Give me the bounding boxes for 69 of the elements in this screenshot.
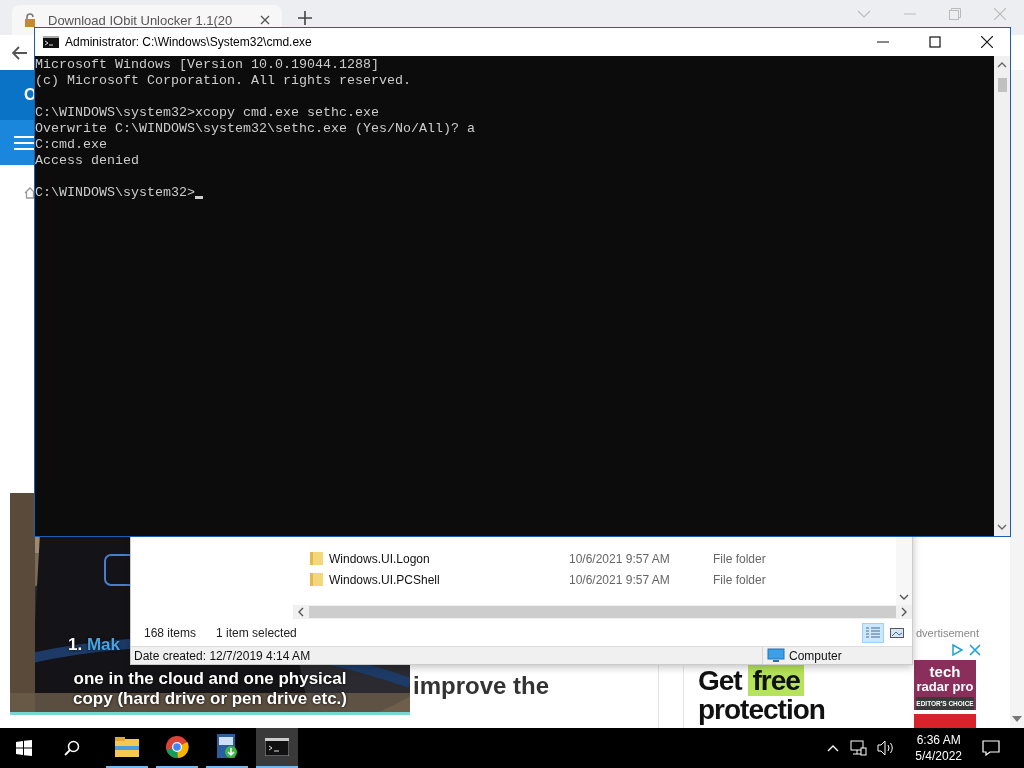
ad-highlight: free	[748, 665, 804, 696]
close-icon[interactable]	[260, 15, 270, 25]
computer-icon	[767, 648, 785, 663]
folder-icon	[115, 737, 139, 757]
file-type: File folder	[713, 551, 766, 566]
file-type: File folder	[713, 572, 766, 587]
console-prompt: C:\WINDOWS\system32>	[35, 185, 195, 201]
scroll-up-icon[interactable]	[997, 61, 1007, 68]
browser-logo-icon	[165, 735, 189, 759]
scrollbar-thumb[interactable]	[997, 78, 1007, 92]
back-arrow-icon[interactable]	[12, 45, 28, 60]
console-line: (c) Microsoft Corporation. All rights reserved.	[35, 73, 412, 89]
list-view-icon	[866, 626, 880, 639]
folder-icon	[310, 573, 323, 586]
caption-number: 1.	[68, 635, 83, 654]
installer-icon	[215, 734, 239, 760]
scroll-down-icon[interactable]	[997, 524, 1007, 531]
date-created-text: Date created: 12/7/2019 4:14 AM	[134, 648, 311, 663]
plus-icon[interactable]	[298, 11, 312, 25]
home-icon[interactable]	[24, 187, 36, 199]
item-count: 168 items	[144, 625, 197, 640]
article-heading: improve the	[413, 672, 550, 700]
caption-text: copy (hard drive or pen drive etc.)	[72, 689, 348, 709]
file-name: Windows.UI.PCShell	[329, 572, 441, 587]
chevron-up-icon[interactable]	[827, 744, 840, 752]
search-icon[interactable]	[64, 740, 80, 756]
file-row[interactable]: Windows.UI.Logon 10/6/2021 9:57 AM File folder	[293, 548, 896, 569]
text-cursor	[194, 196, 203, 199]
console-line: Access denied	[35, 153, 140, 169]
console-app[interactable]	[256, 728, 298, 768]
menu-icon[interactable]	[14, 134, 34, 151]
clock-date: 5/4/2022	[915, 748, 962, 764]
console-line: Overwrite C:\WINDOWS\system32\sethc.exe (Yes/No/All)? a	[35, 121, 476, 137]
window-title: Administrator: C:\Windows\System32\cmd.exe	[65, 35, 312, 49]
windows-start-icon[interactable]	[16, 740, 32, 756]
console-line: Microsoft Windows [Version 10.0.19044.1288]	[35, 57, 380, 73]
padlock-icon	[24, 13, 38, 27]
caption-text: Mak	[86, 635, 120, 654]
scroll-left-icon[interactable]	[297, 607, 305, 617]
play-icon[interactable]	[950, 643, 964, 657]
scrollbar-thumb[interactable]	[309, 606, 896, 618]
scroll-down-icon[interactable]	[1012, 716, 1022, 722]
maximize-icon[interactable]	[929, 36, 941, 48]
file-row[interactable]: Windows.UI.PCShell 10/6/2021 9:57 AM File folder	[293, 569, 896, 590]
caption-text: one in the cloud and one physical	[72, 669, 348, 689]
folder-icon	[310, 552, 323, 565]
clock[interactable]: 6:36 AM 5/4/2022	[915, 732, 962, 764]
file-date: 10/6/2021 9:57 AM	[569, 551, 671, 566]
clock-time: 6:36 AM	[916, 732, 961, 748]
badge-text: tech	[929, 664, 961, 679]
ad-label: dvertisement	[916, 627, 979, 639]
selection-count: 1 item selected	[216, 625, 297, 640]
console-icon	[43, 36, 59, 48]
console-line: C:cmd.exe	[35, 137, 108, 153]
location-label: Computer	[789, 648, 842, 663]
scroll-right-icon[interactable]	[900, 607, 908, 617]
network-icon[interactable]	[849, 740, 868, 756]
badge-text: radar pro	[916, 679, 974, 694]
scroll-down-icon[interactable]	[899, 594, 909, 601]
console-line: C:\WINDOWS\system32>xcopy cmd.exe sethc.exe	[35, 105, 380, 121]
ad-headline: protection	[698, 695, 826, 724]
console-icon	[265, 738, 289, 756]
ad-headline: Get	[698, 665, 742, 696]
file-date: 10/6/2021 9:57 AM	[569, 572, 671, 587]
volume-icon[interactable]	[877, 740, 896, 756]
close-icon[interactable]	[981, 36, 993, 48]
image-icon	[890, 626, 904, 639]
file-name: Windows.UI.Logon	[329, 551, 431, 566]
notification-icon[interactable]	[982, 740, 1000, 756]
